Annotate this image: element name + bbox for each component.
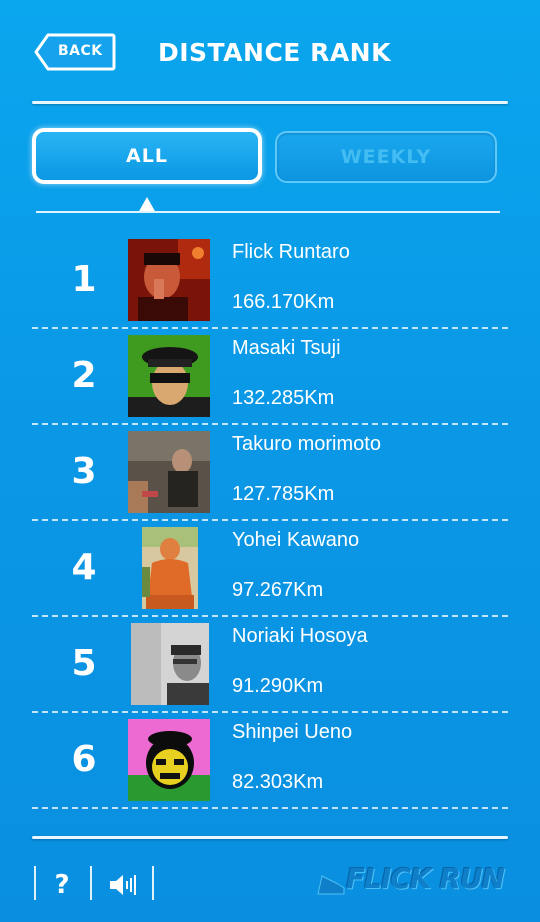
runner-name: Flick Runtaro (232, 241, 350, 263)
footer-divider (32, 836, 508, 839)
tab-weekly[interactable]: WEEKLY (275, 131, 497, 183)
runner-name: Takuro morimoto (232, 433, 381, 455)
avatar (128, 335, 210, 417)
shoe-logo-icon (317, 875, 345, 895)
runner-name: Masaki Tsuji (232, 337, 341, 359)
back-label: BACK (58, 43, 103, 59)
rank-number: 3 (71, 451, 97, 492)
footer-separator (152, 866, 154, 900)
runner-distance: 166.170Km (232, 291, 335, 313)
ranking-row[interactable]: 2 Masaki Tsuji 132.285Km (32, 329, 508, 425)
footer: ? FLICK RUN (0, 860, 540, 910)
header-divider (32, 101, 508, 104)
tab-all-label: ALL (126, 145, 168, 167)
runner-distance: 127.785Km (232, 483, 335, 505)
avatar (128, 431, 210, 513)
runner-distance: 97.267Km (232, 579, 324, 601)
runner-distance: 91.290Km (232, 675, 324, 697)
rank-number: 5 (71, 643, 97, 684)
help-icon: ? (54, 870, 70, 900)
runner-distance: 132.285Km (232, 387, 335, 409)
avatar (128, 239, 210, 321)
rank-number: 2 (71, 355, 97, 396)
back-button[interactable]: BACK (34, 32, 116, 72)
tab-weekly-label: WEEKLY (340, 146, 432, 168)
app-logo: FLICK RUN (346, 862, 505, 895)
tab-all[interactable]: ALL (32, 128, 262, 184)
sound-button[interactable] (100, 866, 146, 904)
rank-number: 4 (71, 547, 97, 588)
ranking-row[interactable]: 5 Noriaki Hosoya 91.290Km (32, 617, 508, 713)
help-button[interactable]: ? (40, 866, 84, 904)
avatar (142, 527, 198, 609)
rank-number: 1 (71, 259, 97, 300)
runner-name: Noriaki Hosoya (232, 625, 368, 647)
rank-number: 6 (71, 739, 97, 780)
ranking-row[interactable]: 3 Takuro morimoto 127.785Km (32, 425, 508, 521)
ranking-row[interactable]: 1 Flick Runtaro 166.170Km (32, 233, 508, 329)
runner-name: Yohei Kawano (232, 529, 360, 551)
runner-name: Shinpei Ueno (232, 721, 353, 743)
runner-distance: 82.303Km (232, 771, 324, 793)
page-title: DISTANCE RANK (158, 38, 391, 67)
tab-underline (36, 211, 500, 213)
footer-separator (90, 866, 92, 900)
avatar (128, 719, 210, 801)
speaker-icon (110, 875, 136, 895)
ranking-row[interactable]: 6 Shinpei Ueno 82.303Km (32, 713, 508, 809)
footer-separator (34, 866, 36, 900)
avatar (131, 623, 209, 705)
header: BACK DISTANCE RANK (0, 0, 540, 100)
ranking-list: 1 Flick Runtaro 166.170Km 2 Masaki Tsuji… (32, 233, 508, 809)
ranking-row[interactable]: 4 Yohei Kawano 97.267Km (32, 521, 508, 617)
